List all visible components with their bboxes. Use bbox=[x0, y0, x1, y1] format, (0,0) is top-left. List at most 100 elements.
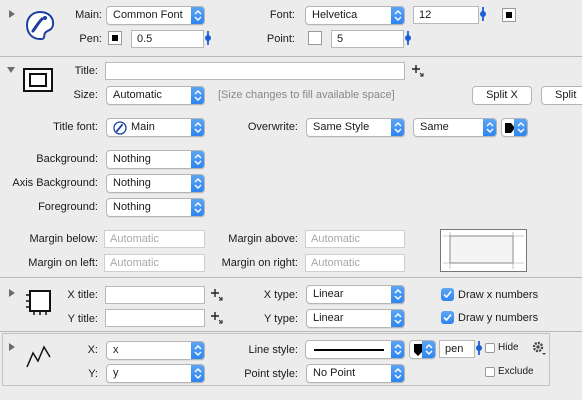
overwrite-same-popup[interactable]: Same bbox=[413, 118, 497, 137]
x-title-label: X title: bbox=[67, 289, 98, 301]
y-column-value: y bbox=[113, 367, 119, 379]
split-x-button[interactable]: Split X bbox=[472, 86, 532, 105]
palette-small-icon bbox=[113, 121, 127, 135]
disclosure-triangle-axis[interactable] bbox=[9, 289, 15, 297]
title-font-popup[interactable]: Main bbox=[106, 118, 205, 137]
pen-color-swatch[interactable] bbox=[108, 31, 122, 45]
solid-line-icon bbox=[314, 349, 384, 351]
point-size-field[interactable]: 5 bbox=[331, 30, 404, 48]
exclude-checkbox[interactable] bbox=[485, 367, 495, 377]
add-text-icon[interactable] bbox=[210, 311, 224, 325]
x-column-value: x bbox=[113, 344, 119, 356]
y-title-field[interactable] bbox=[105, 309, 205, 327]
add-text-icon[interactable] bbox=[411, 64, 425, 78]
draw-x-numbers-checkbox[interactable] bbox=[441, 288, 454, 301]
y-type-value: Linear bbox=[313, 312, 344, 324]
overwrite-style-popup[interactable]: Same Style bbox=[306, 118, 405, 137]
popup-arrows-icon bbox=[391, 119, 404, 136]
draw-x-numbers-label: Draw x numbers bbox=[458, 289, 539, 301]
section-divider bbox=[0, 56, 582, 57]
popup-arrows-icon bbox=[191, 151, 204, 168]
gear-icon[interactable] bbox=[531, 340, 547, 356]
hide-label: Hide bbox=[498, 342, 519, 353]
margin-left-field[interactable]: Automatic bbox=[104, 254, 205, 272]
y-column-popup[interactable]: y bbox=[106, 364, 205, 383]
x-title-field[interactable] bbox=[105, 286, 205, 304]
popup-arrows-icon bbox=[191, 119, 204, 136]
popup-arrows-icon bbox=[191, 199, 204, 216]
font-family-popup[interactable]: Helvetica bbox=[305, 6, 405, 25]
title-label: Title: bbox=[74, 65, 98, 77]
draw-y-numbers-label: Draw y numbers bbox=[458, 312, 539, 324]
line-color-popup[interactable] bbox=[409, 340, 436, 359]
margin-preview-diagram bbox=[440, 229, 527, 272]
popup-arrows-icon bbox=[191, 7, 204, 24]
foreground-popup[interactable]: Nothing bbox=[106, 198, 205, 217]
pen-width-stepper[interactable] bbox=[205, 31, 211, 45]
axis-background-value: Nothing bbox=[113, 177, 151, 189]
pen-stepper[interactable] bbox=[476, 341, 482, 355]
title-font-label: Title font: bbox=[53, 121, 98, 133]
x-column-label: X: bbox=[87, 344, 98, 356]
exclude-label: Exclude bbox=[498, 366, 534, 377]
hide-checkbox[interactable] bbox=[485, 343, 495, 353]
graph-title-field[interactable] bbox=[105, 62, 405, 80]
palette-icon bbox=[24, 9, 56, 41]
popup-arrows-icon bbox=[391, 365, 404, 382]
section-divider bbox=[0, 331, 582, 332]
pen-name-field[interactable]: pen bbox=[439, 340, 475, 358]
line-style-label: Line style: bbox=[248, 344, 298, 356]
font-family-value: Helvetica bbox=[312, 9, 358, 21]
overwrite-label: Overwrite: bbox=[247, 121, 298, 133]
popup-arrows-icon bbox=[191, 342, 204, 359]
add-text-icon[interactable] bbox=[210, 288, 224, 302]
size-popup[interactable]: Automatic bbox=[106, 86, 205, 105]
main-font-popup[interactable]: Common Font bbox=[106, 6, 205, 25]
line-style-popup[interactable] bbox=[305, 340, 405, 359]
popup-arrows-icon bbox=[391, 7, 404, 24]
margin-left-label: Margin on left: bbox=[28, 257, 98, 269]
point-label: Point: bbox=[266, 33, 295, 45]
margin-right-field[interactable]: Automatic bbox=[305, 254, 405, 272]
disclosure-triangle-main[interactable] bbox=[9, 10, 15, 18]
y-type-popup[interactable]: Linear bbox=[306, 309, 405, 328]
background-popup[interactable]: Nothing bbox=[106, 150, 205, 169]
font-color-swatch[interactable] bbox=[502, 8, 516, 22]
draw-y-numbers-checkbox[interactable] bbox=[441, 311, 454, 324]
font-size-stepper[interactable] bbox=[480, 7, 486, 21]
point-color-swatch[interactable] bbox=[308, 31, 322, 45]
line-plot-icon bbox=[25, 343, 53, 369]
margin-below-label: Margin below: bbox=[29, 233, 98, 245]
x-column-popup[interactable]: x bbox=[106, 341, 205, 360]
main-font-value: Common Font bbox=[113, 9, 183, 21]
margin-above-label: Margin above: bbox=[228, 233, 298, 245]
background-value: Nothing bbox=[113, 153, 151, 165]
point-size-stepper[interactable] bbox=[405, 31, 411, 45]
popup-arrows-icon bbox=[391, 341, 404, 358]
overwrite-same-value: Same bbox=[420, 121, 449, 133]
point-style-value: No Point bbox=[313, 367, 356, 379]
axis-background-popup[interactable]: Nothing bbox=[106, 174, 205, 193]
margin-below-field[interactable]: Automatic bbox=[104, 230, 205, 248]
point-style-popup[interactable]: No Point bbox=[306, 364, 405, 383]
popup-arrows-icon bbox=[483, 119, 496, 136]
split-y-button[interactable]: Split bbox=[541, 86, 582, 105]
size-label: Size: bbox=[73, 89, 98, 101]
margin-right-label: Margin on right: bbox=[221, 257, 298, 269]
y-title-label: Y title: bbox=[67, 313, 98, 325]
x-type-popup[interactable]: Linear bbox=[306, 285, 405, 304]
pen-width-field[interactable]: 0.5 bbox=[131, 30, 204, 48]
disclosure-triangle-graph[interactable] bbox=[7, 67, 15, 73]
font-size-field[interactable]: 12 bbox=[413, 6, 479, 24]
margin-above-field[interactable]: Automatic bbox=[305, 230, 405, 248]
disclosure-triangle-plot[interactable] bbox=[9, 343, 15, 351]
foreground-value: Nothing bbox=[113, 201, 151, 213]
pen-label: Pen: bbox=[79, 33, 102, 45]
size-hint-text: [Size changes to fill available space] bbox=[218, 89, 395, 101]
y-type-label: Y type: bbox=[263, 313, 298, 325]
size-value: Automatic bbox=[113, 89, 162, 101]
overwrite-style-value: Same Style bbox=[313, 121, 370, 133]
arrow-shape-popup[interactable] bbox=[501, 118, 528, 137]
x-type-label: X type: bbox=[263, 289, 298, 301]
font-label: Font: bbox=[269, 9, 295, 21]
